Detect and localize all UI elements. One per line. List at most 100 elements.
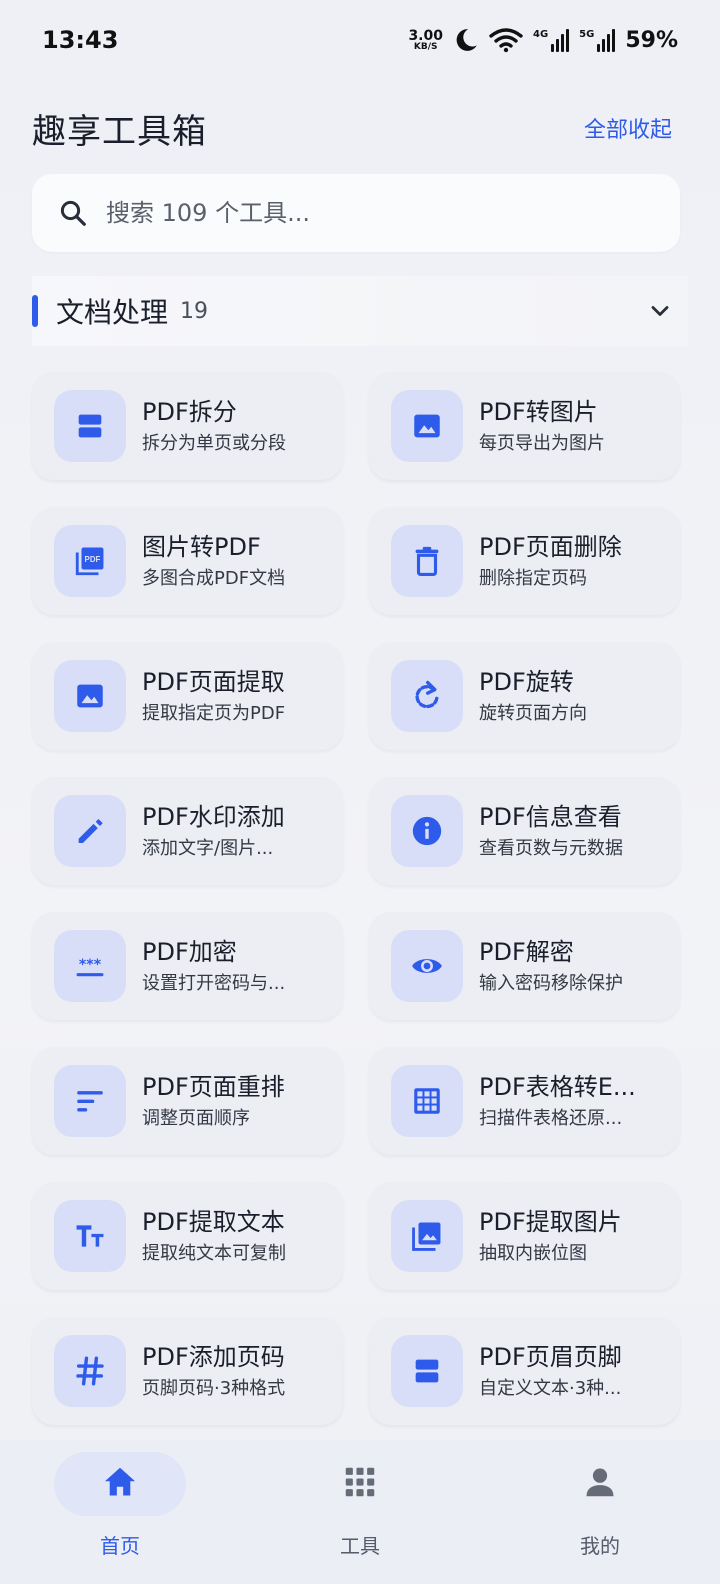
chevron-down-icon[interactable] [646,297,674,325]
tool-subtitle: 添加文字/图片... [142,838,274,859]
pencil-icon [54,795,126,867]
tool-card[interactable]: PDF页面提取提取指定页为PDF [32,642,343,750]
tool-card[interactable]: PDF表格转E... 扫描件表格还原... [369,1047,680,1155]
eye-icon [391,930,463,1002]
tool-card[interactable]: PDF添加页码页脚页码·3种格式 [32,1317,343,1425]
tool-title: PDF提取图片 [479,1208,622,1236]
status-bar: 13:43 3.00 KB/S 4G 5G 59% [0,0,720,80]
tool-card[interactable]: PDF解密输入密码移除保护 [369,912,680,1020]
person-icon [581,1463,619,1505]
battery-level: 59% [625,27,678,53]
split-icon [391,1335,463,1407]
tool-card[interactable]: *** PDF加密设置打开密码与... [32,912,343,1020]
nav-label: 我的 [580,1534,620,1558]
tool-card[interactable]: PDF信息查看查看页数与元数据 [369,777,680,885]
tool-card[interactable]: PDF转图片每页导出为图片 [369,372,680,480]
tool-subtitle: 提取纯文本可复制 [142,1243,286,1264]
tool-title: PDF转图片 [479,398,598,426]
category-header-document[interactable]: 文档处理 19 [32,276,688,346]
photo-library-icon [391,1200,463,1272]
image-icon [391,390,463,462]
bottom-nav: 首页 工具 我的 [0,1440,720,1584]
svg-text:***: *** [79,957,102,973]
tool-title: PDF页面删除 [479,533,622,561]
tool-subtitle: 自定义文本·3种... [479,1378,622,1399]
tool-card[interactable]: PDF页面删除删除指定页码 [369,507,680,615]
page-header: 趣享工具箱 全部收起 [32,100,688,156]
nav-item-tools[interactable]: 工具 [290,1452,430,1559]
nav-label: 工具 [340,1534,380,1558]
tool-card[interactable]: PDF 图片转PDF 多图合成PDF文档 [32,507,343,615]
wifi-icon [489,27,523,53]
collapse-all-button[interactable]: 全部收起 [584,112,688,144]
signal-5g-icon: 5G [579,28,616,52]
tool-subtitle: 删除指定页码 [479,568,587,589]
info-icon [391,795,463,867]
tool-subtitle: 旋转页面方向 [479,703,587,724]
tool-subtitle: 页脚页码·3种格式 [142,1378,286,1399]
tool-card[interactable]: PDF页面重排 调整页面顺序 [32,1047,343,1155]
tool-title: PDF表格转E... [479,1073,636,1101]
text-size-icon [54,1200,126,1272]
status-icons: 3.00 KB/S 4G 5G 59% [408,27,678,53]
sort-icon [54,1065,126,1137]
tool-card[interactable]: PDF水印添加添加文字/图片... [32,777,343,885]
tool-title: PDF旋转 [479,668,574,696]
tool-title: PDF提取文本 [142,1208,285,1236]
category-count: 19 [180,298,209,324]
signal-5g-label: 5G [579,28,595,40]
tool-title: PDF加密 [142,938,237,966]
tool-card[interactable]: PDF旋转旋转页面方向 [369,642,680,750]
tool-subtitle: 输入密码移除保护 [479,973,623,994]
tool-title: PDF拆分 [142,398,237,426]
tool-card[interactable]: PDF页眉页脚自定义文本·3种... [369,1317,680,1425]
search-bar[interactable] [32,174,680,252]
tool-grid: PDF拆分拆分为单页或分段 PDF转图片每页导出为图片 PDF 图片转PDF 多图合… [32,372,680,1425]
search-icon [58,198,88,228]
app-screen: 13:43 3.00 KB/S 4G 5G 59% 趣享工具箱 全部收起 搜索 … [0,0,720,1584]
tool-title: PDF信息查看 [479,803,622,831]
tool-title: PDF页面提取 [142,668,285,696]
section-accent-bar [32,295,38,327]
trash-icon [391,525,463,597]
hash-icon [54,1335,126,1407]
tool-subtitle: 扫描件表格还原... [479,1108,623,1129]
tool-card[interactable]: PDF提取图片抽取内嵌位图 [369,1182,680,1290]
network-speed: 3.00 KB/S [408,29,443,52]
svg-text:PDF: PDF [85,555,101,564]
tool-title: PDF添加页码 [142,1343,285,1371]
tool-title: PDF水印添加 [142,803,285,831]
tool-subtitle: 提取指定页为PDF [142,703,286,724]
home-icon [101,1463,139,1505]
tool-subtitle: 查看页数与元数据 [479,838,623,859]
rotate-icon [391,660,463,732]
nav-label: 首页 [100,1534,140,1558]
image-icon [54,660,126,732]
tool-subtitle: 设置打开密码与... [142,973,286,994]
search-input[interactable] [106,199,626,227]
tool-subtitle: 多图合成PDF文档 [142,568,286,589]
nav-icon-wrap [534,1452,666,1516]
tool-subtitle: 每页导出为图片 [479,433,605,454]
nav-icon-wrap [294,1452,426,1516]
status-time: 13:43 [42,26,119,54]
tool-subtitle: 抽取内嵌位图 [479,1243,587,1264]
category-title: 文档处理 [56,296,169,329]
tool-title: PDF页面重排 [142,1073,285,1101]
tool-title: PDF解密 [479,938,574,966]
nav-item-home[interactable]: 首页 [50,1452,190,1559]
nav-item-profile[interactable]: 我的 [530,1452,670,1559]
split-icon [54,390,126,462]
network-speed-unit: KB/S [413,41,438,52]
apps-grid-icon [341,1463,379,1505]
tool-subtitle: 拆分为单页或分段 [142,433,286,454]
network-speed-value: 3.00 [408,27,443,44]
grid-icon [391,1065,463,1137]
nav-icon-wrap [54,1452,186,1516]
tool-card[interactable]: PDF拆分拆分为单页或分段 [32,372,343,480]
tool-card[interactable]: PDF提取文本提取纯文本可复制 [32,1182,343,1290]
signal-4g-icon: 4G [533,28,570,52]
tool-title: PDF页眉页脚 [479,1343,622,1371]
page-title: 趣享工具箱 [32,111,207,152]
tool-title: 图片转PDF [142,533,261,561]
